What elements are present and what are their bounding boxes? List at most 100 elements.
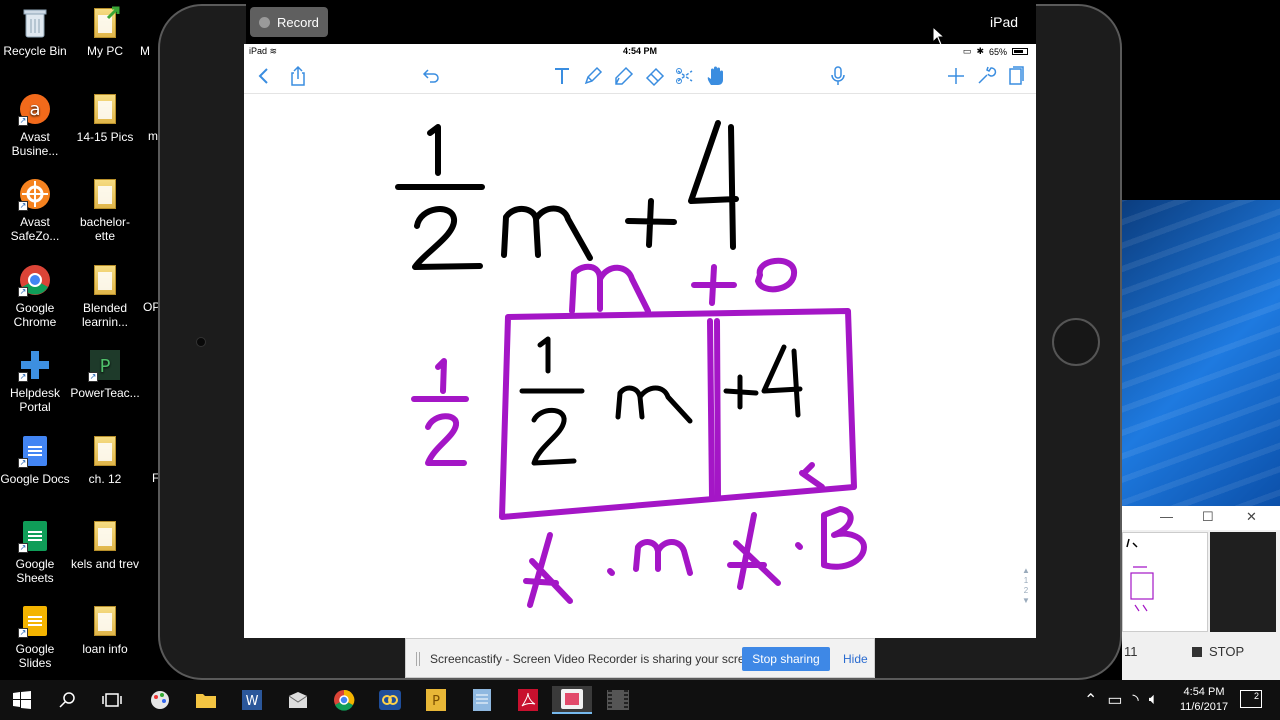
record-label: Record xyxy=(277,14,319,30)
notification-center-icon[interactable]: 2 xyxy=(1240,690,1262,708)
preview-title-bar: — ☐ ✕ xyxy=(1122,506,1280,530)
pages-icon xyxy=(1009,66,1024,85)
taskbar-clock[interactable]: 4:54 PM 11/6/2017 xyxy=(1172,685,1236,715)
taskbar-app-screencast[interactable] xyxy=(552,686,592,714)
start-button[interactable] xyxy=(2,686,42,714)
pen-tool-button[interactable] xyxy=(581,64,605,88)
outlook-icon xyxy=(288,692,308,708)
desktop-icon-loan-info[interactable]: loan info xyxy=(70,604,140,656)
ink-dot-1 xyxy=(607,568,615,576)
desktop-icon-bachelor-ette[interactable]: bachelor-ette xyxy=(70,177,140,243)
add-button[interactable] xyxy=(944,64,968,88)
desktop-icon-kels-and-trev[interactable]: kels and trev xyxy=(70,519,140,571)
back-button[interactable] xyxy=(252,64,276,88)
text-tool-button[interactable] xyxy=(550,64,574,88)
notes-toolbar xyxy=(244,58,1036,94)
svg-text:a: a xyxy=(29,99,40,120)
ios-status-bar: iPad ≋ 4:54 PM ▭ ✱ 65% xyxy=(244,44,1036,58)
ink-numeral-2 xyxy=(412,206,483,270)
drag-handle-icon[interactable] xyxy=(416,652,421,666)
ink-plus xyxy=(625,198,677,248)
page-scroll-indicator[interactable]: ▲ 1 2 ▼ xyxy=(1018,566,1034,606)
bluetooth-icon: ✱ xyxy=(976,46,984,56)
screen-sharing-bar: Screencastify - Screen Video Recorder is… xyxy=(405,638,875,678)
notepad-icon xyxy=(473,689,491,711)
record-dot-icon xyxy=(259,16,270,28)
black-ink-boxed xyxy=(519,336,803,466)
taskbar-app-paint[interactable] xyxy=(140,686,180,714)
reflector-icon xyxy=(379,690,401,710)
close-button[interactable]: ✕ xyxy=(1246,509,1257,525)
desktop-icon-ch-12[interactable]: ch. 12 xyxy=(70,434,140,486)
windows-taskbar: W P ⌃ ▭ ◝ 🔈︎ 4:54 PM 11/6/2017 2 xyxy=(0,680,1280,720)
undo-button[interactable] xyxy=(418,64,442,88)
battery-icon xyxy=(1012,48,1028,55)
partial-desktop-label: M xyxy=(140,44,150,58)
desktop-icon-google-docs[interactable]: ↗ Google Docs xyxy=(0,434,70,486)
chrome-icon: ↗ xyxy=(18,263,52,297)
lasso-tool-button[interactable] xyxy=(674,64,698,88)
folder-icon xyxy=(88,604,122,638)
taskbar-app-powerteacher[interactable]: P xyxy=(416,686,456,714)
desktop-icon-blended-learning[interactable]: Blended learnin... xyxy=(70,263,140,329)
home-button[interactable] xyxy=(1052,318,1100,366)
ink-8-top xyxy=(755,257,797,293)
desktop-icon-powerteacher[interactable]: P ↗ PowerTeac... xyxy=(70,348,140,400)
preview-thumbnail-secondary xyxy=(1210,532,1276,632)
taskbar-app-chrome[interactable] xyxy=(324,686,364,714)
ink-letter-m xyxy=(501,205,593,261)
folder-icon xyxy=(88,519,122,553)
ink-box-2 xyxy=(531,407,577,466)
taskbar-app-file-explorer[interactable] xyxy=(186,686,226,714)
wifi-tray-icon[interactable]: ◝ xyxy=(1133,690,1139,710)
eraser-tool-button[interactable] xyxy=(643,64,667,88)
stop-sharing-button[interactable]: Stop sharing xyxy=(742,647,830,671)
desktop-icon-safezone[interactable]: ↗ Avast SafeZo... xyxy=(0,177,70,243)
desktop-icon-avast[interactable]: a ↗ Avast Busine... xyxy=(0,92,70,158)
volume-icon[interactable]: 🔈︎ xyxy=(1149,691,1159,709)
microphone-button[interactable] xyxy=(826,64,850,88)
helpdesk-icon: ↗ xyxy=(18,348,52,382)
desktop-icon-google-slides[interactable]: ↗ Google Slides xyxy=(0,604,70,670)
minimize-button[interactable]: — xyxy=(1160,509,1173,524)
highlighter-tool-icon xyxy=(615,66,634,85)
folder-icon xyxy=(88,263,122,297)
hand-tool-button[interactable] xyxy=(704,64,728,88)
chrome-icon xyxy=(334,689,355,711)
maximize-button[interactable]: ☐ xyxy=(1202,509,1214,525)
reflector-title-bar xyxy=(246,4,1036,44)
desktop-icon-14-15-pics[interactable]: 14-15 Pics xyxy=(70,92,140,144)
desktop-icon-my-pc[interactable]: My PC xyxy=(70,6,140,58)
hide-link[interactable]: Hide xyxy=(843,652,868,666)
taskbar-app-word[interactable]: W xyxy=(232,686,272,714)
desktop-icon-recycle-bin[interactable]: Recycle Bin xyxy=(0,6,70,58)
pages-button[interactable] xyxy=(1004,64,1028,88)
settings-button[interactable] xyxy=(974,64,998,88)
share-button[interactable] xyxy=(286,64,310,88)
taskbar-app-acrobat[interactable] xyxy=(508,686,548,714)
taskbar-app-outlook[interactable] xyxy=(278,686,318,714)
recycle-bin-icon xyxy=(18,6,52,40)
video-icon xyxy=(607,690,629,710)
task-view-button[interactable] xyxy=(92,686,132,714)
handwriting-canvas[interactable] xyxy=(244,95,1036,638)
taskbar-app-reflector[interactable] xyxy=(370,686,410,714)
power-icon[interactable]: ▭ xyxy=(1107,690,1122,710)
highlighter-tool-button[interactable] xyxy=(612,64,636,88)
stop-recording-button[interactable]: STOP xyxy=(1192,644,1244,659)
screencast-icon xyxy=(561,689,583,709)
record-button[interactable]: Record xyxy=(250,7,328,37)
tray-expand-icon[interactable]: ⌃ xyxy=(1084,690,1097,710)
share-icon xyxy=(291,65,305,86)
desktop-icon-helpdesk[interactable]: ↗ Helpdesk Portal xyxy=(0,348,70,414)
search-button[interactable] xyxy=(48,686,88,714)
powerteacher-icon: P xyxy=(426,689,446,711)
camera-icon xyxy=(196,337,206,347)
status-time: 4:54 PM xyxy=(622,46,657,56)
svg-text:P: P xyxy=(100,356,111,377)
add-icon xyxy=(948,68,964,84)
taskbar-app-video[interactable] xyxy=(598,686,638,714)
desktop-icon-google-sheets[interactable]: ↗ Google Sheets xyxy=(0,519,70,585)
desktop-icon-chrome[interactable]: ↗ Google Chrome xyxy=(0,263,70,329)
taskbar-app-notepad[interactable] xyxy=(462,686,502,714)
